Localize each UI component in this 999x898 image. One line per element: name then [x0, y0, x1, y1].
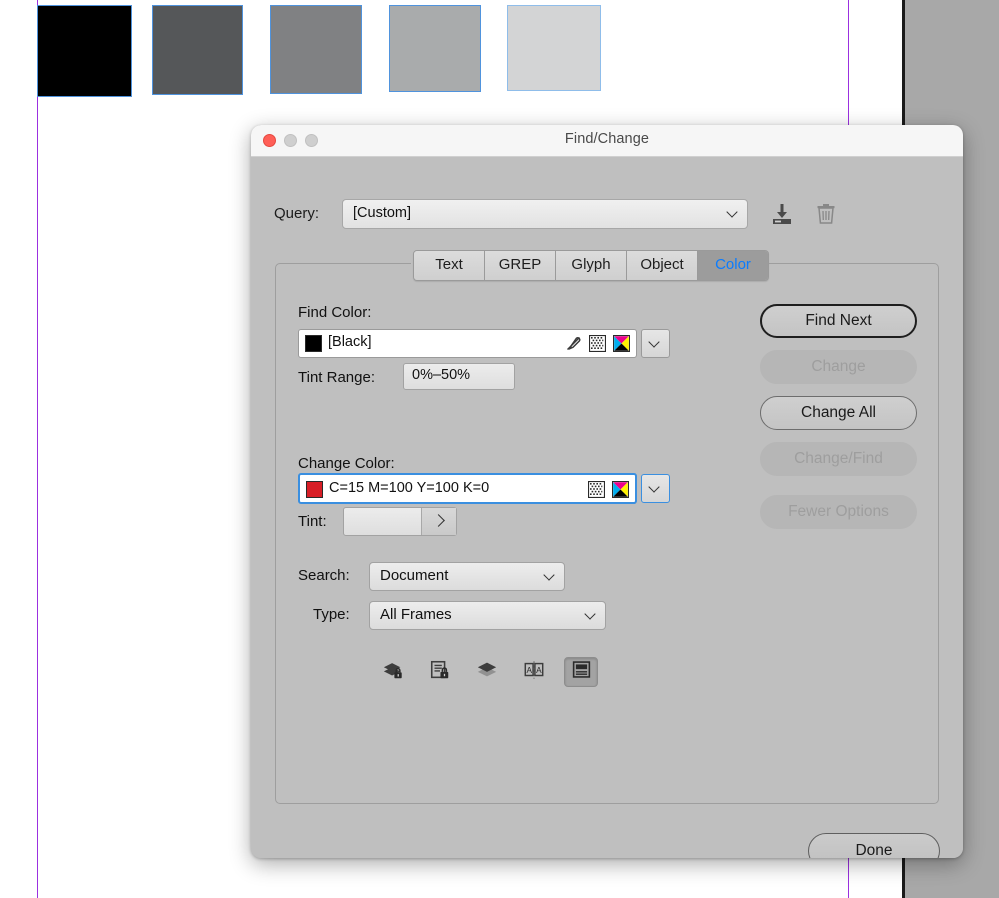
search-scope-select[interactable]: Document [369, 562, 565, 591]
include-master-pages-toggle[interactable]: A A [517, 657, 551, 687]
change-color-value: C=15 M=100 Y=100 K=0 [329, 480, 490, 496]
find-change-dialog: Find/Change Query: [Custom] Text GREP Gl… [251, 125, 963, 858]
swatch-pale-gray[interactable] [507, 5, 601, 91]
include-footnotes-icon [571, 659, 592, 685]
change-color-label: Change Color: [298, 455, 395, 472]
type-select[interactable]: All Frames [369, 601, 606, 630]
cmyk-color-icon[interactable] [612, 334, 631, 353]
search-label: Search: [298, 567, 350, 584]
tab-object[interactable]: Object [627, 251, 698, 280]
tint-label: Tint: [298, 513, 327, 530]
query-value: [Custom] [353, 205, 412, 221]
tint-stepper-button[interactable] [421, 508, 456, 535]
find-color-label: Find Color: [298, 304, 372, 321]
tab-text[interactable]: Text [414, 251, 485, 280]
type-value: All Frames [380, 606, 452, 623]
search-scope-value: Document [380, 567, 449, 584]
fewer-options-button: Fewer Options [760, 495, 917, 529]
guide-left [37, 0, 38, 898]
search-options-row: A A [376, 657, 598, 687]
chevron-down-icon [545, 571, 555, 581]
query-label: Query: [274, 205, 320, 222]
tint-field[interactable] [343, 507, 457, 536]
tint-range-field[interactable]: 0%–50% [403, 363, 515, 390]
change-color-icons [587, 480, 630, 499]
done-button[interactable]: Done [808, 833, 940, 858]
change-all-button[interactable]: Change All [760, 396, 917, 430]
screen: Find/Change Query: [Custom] Text GREP Gl… [0, 0, 999, 898]
tint-range-value: 0%–50% [412, 367, 471, 383]
type-label: Type: [313, 606, 350, 623]
find-color-icons [565, 334, 631, 353]
swatch-dark-gray[interactable] [152, 5, 243, 95]
find-color-dropdown-button[interactable] [641, 329, 670, 358]
include-hidden-layers-toggle[interactable] [470, 657, 504, 687]
change-find-button: Change/Find [760, 442, 917, 476]
tab-grep[interactable]: GREP [485, 251, 556, 280]
delete-query-icon[interactable] [813, 201, 839, 227]
swatch-black[interactable] [37, 5, 132, 97]
eyedropper-disabled-icon[interactable] [565, 335, 582, 352]
include-locked-layers-icon [382, 659, 404, 686]
query-row: Query: [Custom] [251, 199, 963, 231]
window-title: Find/Change [564, 131, 650, 147]
include-master-pages-icon: A A [523, 659, 545, 686]
find-next-button[interactable]: Find Next [760, 304, 917, 338]
tab-color[interactable]: Color [698, 251, 768, 280]
change-color-dropdown-button[interactable] [641, 474, 670, 503]
swatch-light-gray[interactable] [389, 5, 481, 92]
find-color-field[interactable]: [Black] [298, 329, 637, 358]
include-footnotes-toggle[interactable] [564, 657, 598, 687]
include-locked-layers-toggle[interactable] [376, 657, 410, 687]
chevron-down-icon [586, 610, 596, 620]
change-color-swatch [306, 481, 323, 498]
halftone-pattern-icon[interactable] [587, 480, 606, 499]
mode-tabs: Text GREP Glyph Object Color [413, 250, 769, 281]
svg-text:A: A [526, 665, 532, 674]
change-color-field[interactable]: C=15 M=100 Y=100 K=0 [298, 473, 637, 504]
include-hidden-layers-icon [476, 659, 498, 686]
include-locked-stories-toggle[interactable] [423, 657, 457, 687]
halftone-pattern-icon[interactable] [588, 334, 607, 353]
query-select[interactable]: [Custom] [342, 199, 748, 229]
tint-range-label: Tint Range: [298, 369, 375, 386]
cmyk-color-icon[interactable] [611, 480, 630, 499]
tab-glyph[interactable]: Glyph [556, 251, 627, 280]
dialog-titlebar[interactable]: Find/Change [251, 125, 963, 157]
chevron-down-icon [650, 483, 660, 493]
include-locked-stories-icon [429, 659, 451, 686]
svg-text:A: A [536, 665, 542, 674]
chevron-down-icon [650, 338, 660, 348]
find-color-swatch [305, 335, 322, 352]
find-color-value: [Black] [328, 334, 372, 350]
save-query-icon[interactable] [769, 201, 795, 227]
dialog-body: Query: [Custom] Text GREP Glyph Object C… [251, 157, 963, 858]
chevron-down-icon [728, 208, 738, 218]
swatch-mid-gray[interactable] [270, 5, 362, 94]
change-button: Change [760, 350, 917, 384]
